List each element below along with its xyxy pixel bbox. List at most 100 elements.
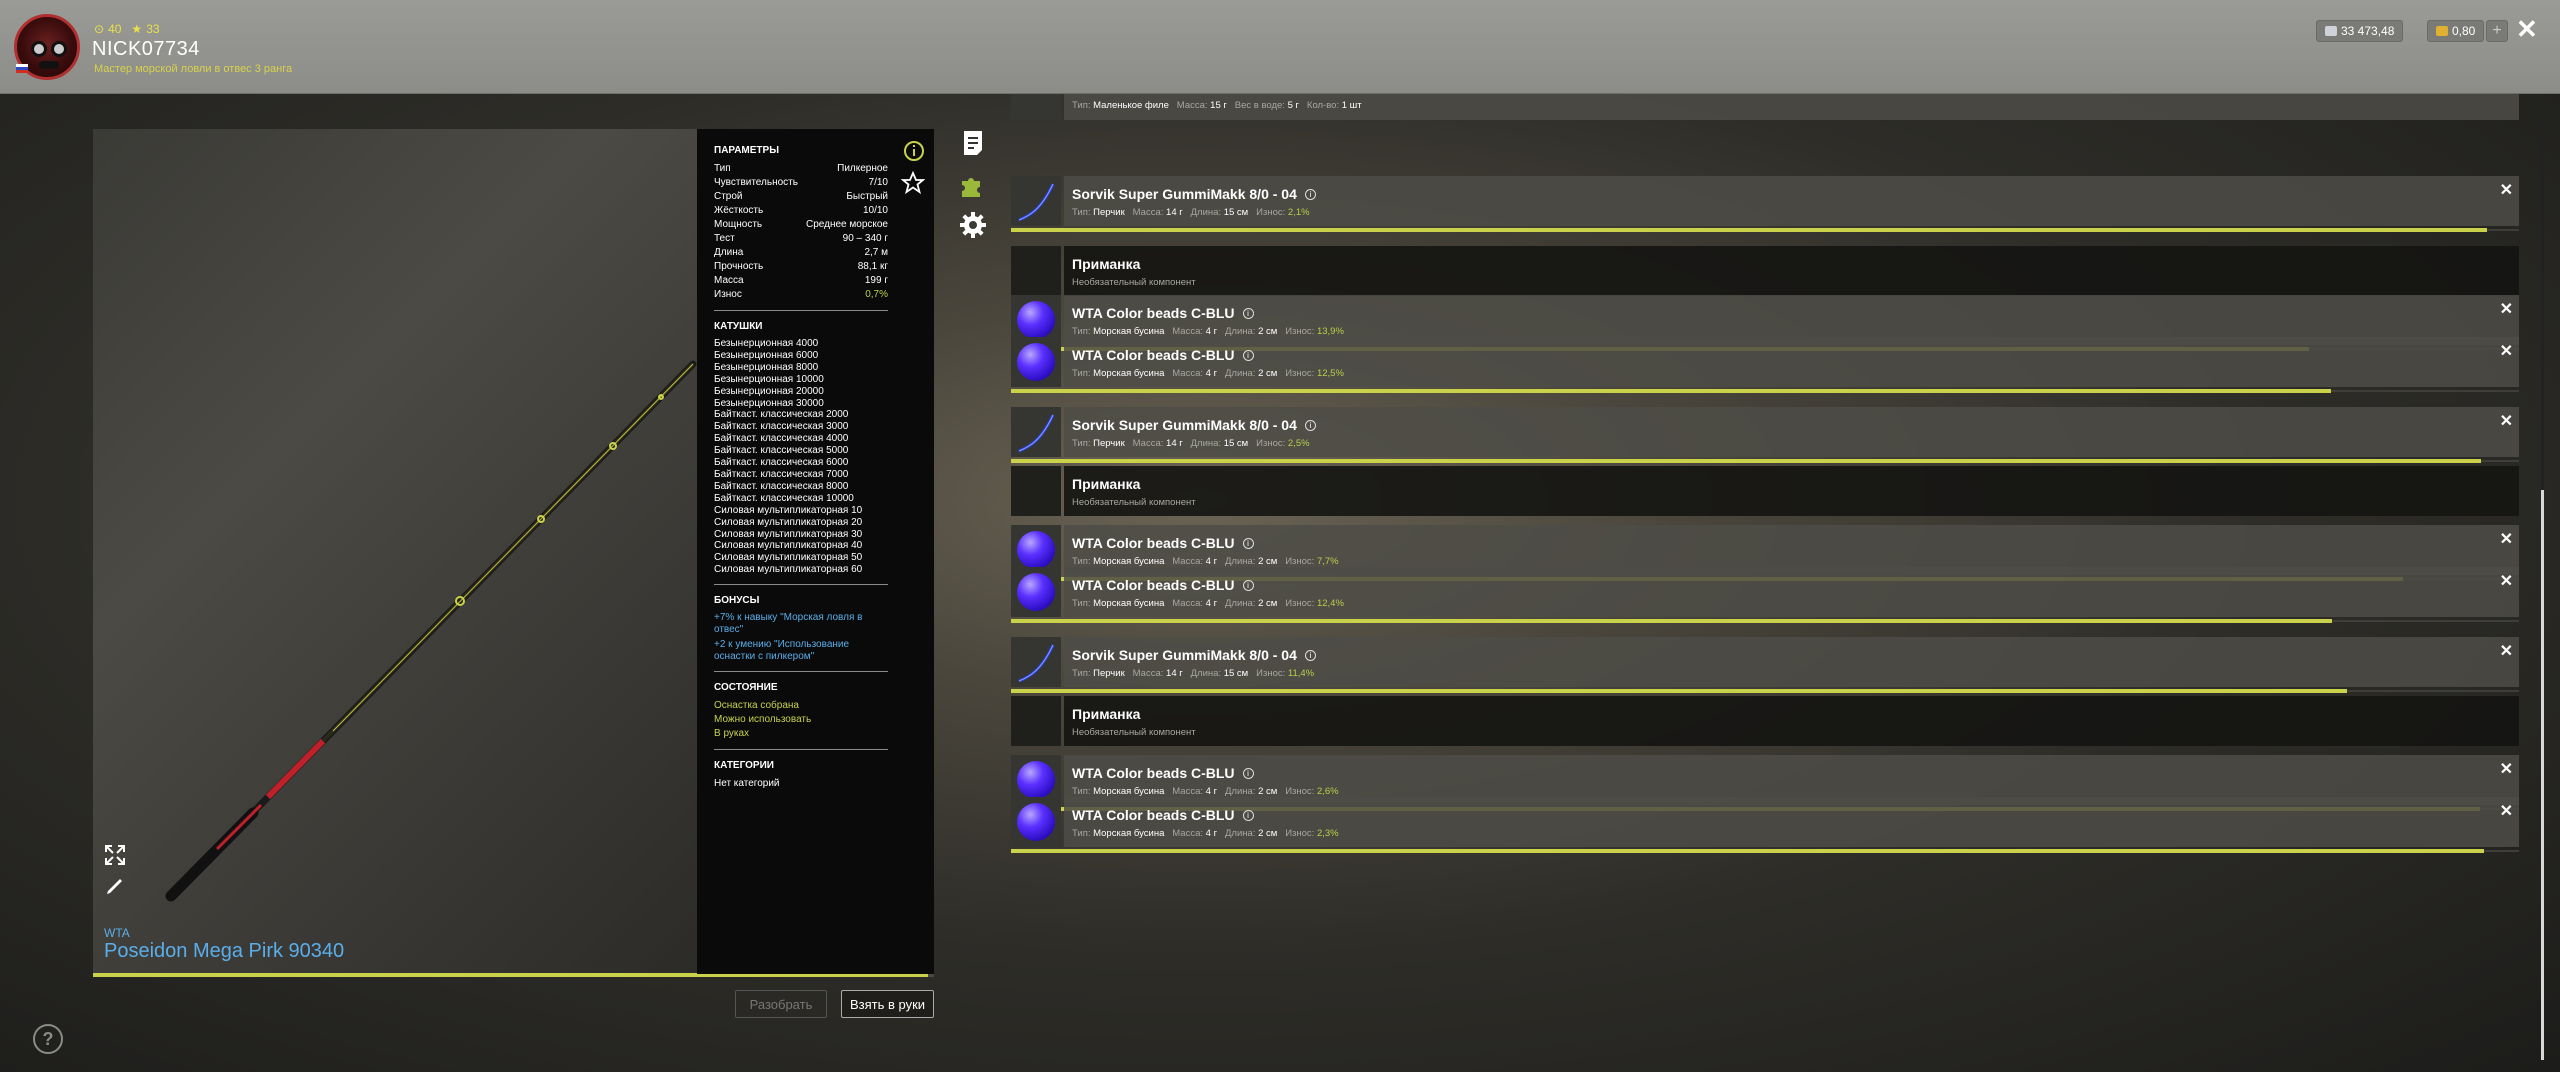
info-small-icon[interactable]: i (1304, 188, 1316, 200)
scrollbar-thumb[interactable] (2541, 490, 2544, 1060)
list-item-bead[interactable]: WTA Color beads C-BLU i Тип: Морская буси… (1011, 797, 2519, 853)
list-item-bead[interactable]: WTA Color beads C-BLU i Тип: Морская буси… (1011, 337, 2519, 393)
info-small-icon[interactable]: i (1304, 419, 1316, 431)
wear-bar (1011, 459, 2482, 463)
item-thumb (1011, 337, 1061, 387)
list-item-lure[interactable]: Sorvik Super GummiMakk 8/0 - 04 i Тип: Пе… (1011, 407, 2519, 463)
reel-item: Байткаст. классическая 2000 (714, 409, 849, 421)
remove-item-button[interactable]: ✕ (2500, 299, 2513, 319)
reel-item: Силовая мультипликаторная 50 (714, 552, 863, 564)
list-item-empty-slot[interactable]: Приманка Необязательный компонент (1011, 246, 2519, 296)
wear-bar (1011, 689, 2348, 693)
categories-title: КАТЕГОРИИ (714, 760, 774, 772)
reel-item: Байткаст. классическая 6000 (714, 457, 849, 469)
help-icon[interactable]: ? (33, 1024, 63, 1054)
item-title: WTA Color beads C-BLU i (1072, 765, 1254, 781)
info-small-icon[interactable]: i (1242, 537, 1254, 549)
notes-icon[interactable] (959, 129, 987, 157)
info-icon[interactable] (903, 140, 925, 162)
remove-item-button[interactable]: ✕ (2500, 759, 2513, 779)
reel-item: Силовая мультипликаторная 20 (714, 516, 863, 528)
item-title: Приманка (1072, 706, 1141, 722)
gear-icon[interactable] (959, 211, 987, 239)
puzzle-icon[interactable] (959, 171, 987, 199)
reel-item: Безынерционная 20000 (714, 385, 824, 397)
gold-balance: 0,80 (2427, 20, 2485, 42)
reel-item: Силовая мультипликаторная 40 (714, 540, 863, 552)
item-thumb (1011, 637, 1061, 687)
bait-thumb (1011, 94, 1061, 120)
remove-item-button[interactable]: ✕ (2500, 641, 2513, 661)
item-details: Необязательный компонент (1072, 727, 1196, 738)
bonus-item: +7% к навыку "Морская ловля в отвес" (714, 612, 863, 636)
param-row: Мощность Среднее морское (714, 219, 888, 230)
info-small-icon[interactable]: i (1242, 349, 1254, 361)
reel-item: Байткаст. классическая 8000 (714, 480, 849, 492)
reel-item: Силовая мультипликаторная 30 (714, 528, 863, 540)
item-title: Sorvik Super GummiMakk 8/0 - 04 i (1072, 417, 1316, 433)
add-currency-button[interactable]: + (2486, 20, 2508, 42)
silver-balance: 33 473,48 (2316, 20, 2404, 42)
top-bar: ⊙ 40 ★ 33 NICK07734 Мастер морской ловли в… (0, 0, 2560, 94)
state-list: Оснастка собрана Можно использовать В рука… (714, 699, 918, 741)
bead-icon (1017, 761, 1055, 799)
item-title: Sorvik Super GummiMakk 8/0 - 04 i (1072, 647, 1316, 663)
info-small-icon[interactable]: i (1242, 767, 1254, 779)
param-row: Чувствительность 7/10 (714, 177, 888, 188)
reel-item: Силовая мультипликаторная 60 (714, 564, 863, 576)
remove-item-button[interactable]: ✕ (2500, 180, 2513, 200)
info-small-icon[interactable]: i (1242, 579, 1254, 591)
item-thumb (1011, 696, 1061, 746)
list-item-bead[interactable]: WTA Color beads C-BLU i Тип: Морская буси… (1011, 567, 2519, 623)
info-small-icon[interactable]: i (1242, 809, 1254, 821)
item-details: Тип: Морская бусина Масса: 4 г Длина: 2 … (1072, 598, 1344, 609)
item-details: Тип: Морская бусина Масса: 4 г Длина: 2 … (1072, 556, 1339, 567)
expand-icon[interactable] (104, 844, 126, 866)
reel-item: Байткаст. классическая 5000 (714, 445, 849, 457)
gold-icon (2436, 26, 2448, 36)
circle-icon: ⊙ (94, 22, 105, 36)
remove-item-button[interactable]: ✕ (2500, 341, 2513, 361)
stat-level: ⊙ 40 (94, 22, 122, 36)
list-item-lure[interactable]: Sorvik Super GummiMakk 8/0 - 04 i Тип: Пе… (1011, 637, 2519, 693)
list-item-empty-slot[interactable]: Приманка Необязательный компонент (1011, 696, 2519, 746)
info-small-icon[interactable]: i (1242, 307, 1254, 319)
bonuses-list: +7% к навыку "Морская ловля в отвес" +2 к… (714, 612, 918, 663)
item-title: Приманка (1072, 256, 1141, 272)
take-in-hands-button[interactable]: Взять в руки (841, 990, 934, 1018)
bonus-item: +2 к умению "Использование оснастки с пи… (714, 639, 850, 663)
reel-item: Безынерционная 6000 (714, 349, 819, 361)
item-title: WTA Color beads C-BLU i (1072, 577, 1254, 593)
reel-item: Байткаст. классическая 10000 (714, 492, 854, 504)
close-icon[interactable]: ✕ (2516, 14, 2538, 45)
rod-stats-panel: ПАРАМЕТРЫ Тип Пилкерное Чувствительность 7/… (697, 129, 934, 974)
reel-item: Безынерционная 4000 (714, 338, 819, 349)
pencil-icon[interactable] (104, 875, 126, 897)
item-thumb (1011, 797, 1061, 847)
disassemble-button[interactable]: Разобрать (735, 990, 827, 1018)
remove-item-button[interactable]: ✕ (2500, 411, 2513, 431)
list-item-lure[interactable]: Sorvik Super GummiMakk 8/0 - 04 i Тип: Пе… (1011, 176, 2519, 232)
item-thumb (1011, 466, 1061, 516)
reel-item: Безынерционная 30000 (714, 397, 824, 409)
item-title: Sorvik Super GummiMakk 8/0 - 04 i (1072, 186, 1316, 202)
reels-title: КАТУШКИ (714, 321, 763, 332)
param-row: Жёсткость 10/10 (714, 205, 888, 216)
categories-value: Нет категорий (714, 778, 780, 790)
remove-item-button[interactable]: ✕ (2500, 529, 2513, 549)
param-row: Тест 90 – 340 г (714, 233, 888, 244)
param-row: Тип Пилкерное (714, 163, 888, 174)
param-row: Масса 199 г (714, 275, 888, 286)
rod-image (165, 360, 697, 902)
params-title: ПАРАМЕТРЫ (714, 145, 779, 156)
info-small-icon[interactable]: i (1304, 649, 1316, 661)
star-icon[interactable] (901, 171, 925, 195)
bead-icon (1017, 573, 1055, 611)
list-item-empty-slot[interactable]: Приманка Необязательный компонент (1011, 466, 2519, 516)
list-item-bait[interactable]: Тип: Маленькое филе Масса: 15 г Вес в во… (1011, 94, 2519, 120)
player-rank: Мастер морской ловли в отвес 3 ранга (94, 63, 293, 75)
remove-item-button[interactable]: ✕ (2500, 571, 2513, 591)
item-details: Тип: Морская бусина Масса: 4 г Длина: 2 … (1072, 326, 1344, 337)
param-row: Строй Быстрый (714, 191, 888, 202)
remove-item-button[interactable]: ✕ (2500, 801, 2513, 821)
